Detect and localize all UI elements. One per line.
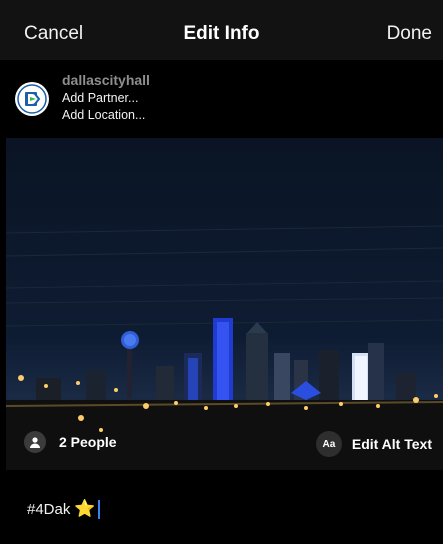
top-bar: Cancel Edit Info Done [0, 0, 443, 60]
add-partner-link[interactable]: Add Partner... [62, 91, 138, 105]
tag-people-button[interactable]: 2 People [24, 431, 117, 453]
post-photo[interactable] [6, 138, 443, 470]
text-cursor [97, 499, 100, 519]
photo-night-skyline [6, 138, 443, 470]
text-format-icon: Aa [315, 431, 342, 457]
add-location-link[interactable]: Add Location... [62, 108, 145, 122]
avatar [15, 82, 49, 116]
star-icon: ⭐ [74, 499, 96, 518]
tag-people-label: 2 People [59, 434, 117, 450]
done-button[interactable]: Done [387, 23, 432, 45]
account-handle: dallascityhall [62, 72, 150, 88]
city-logo-icon [17, 84, 47, 114]
page-title: Edit Info [183, 23, 260, 44]
caption-input[interactable]: #4Dak ⭐ [0, 470, 443, 544]
edit-alt-text-button[interactable]: Aa Edit Alt Text [315, 431, 432, 457]
account-section: dallascityhall Add Partner... Add Locati… [0, 60, 443, 138]
caption-text: #4Dak [27, 500, 71, 518]
edit-alt-text-label: Edit Alt Text [351, 436, 432, 452]
person-icon [24, 431, 46, 453]
